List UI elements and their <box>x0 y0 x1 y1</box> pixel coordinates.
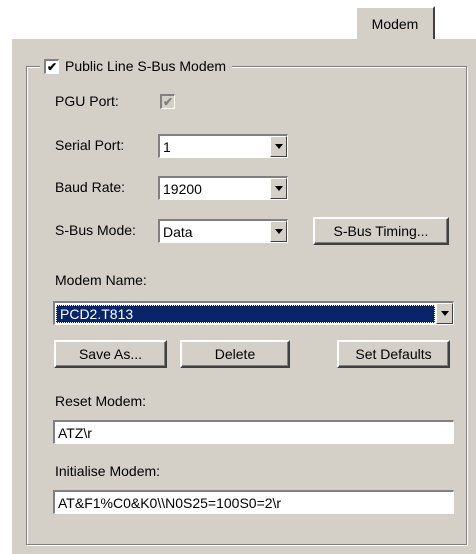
tab-modem-label: Modem <box>371 15 419 32</box>
chevron-down-icon[interactable] <box>270 178 287 199</box>
pgu-port-checkbox: ✔ <box>160 94 175 109</box>
group-legend: ✔ Public Line S-Bus Modem <box>40 56 233 76</box>
chevron-down-icon[interactable] <box>270 221 287 242</box>
baud-rate-label: Baud Rate: <box>55 179 126 195</box>
sbus-mode-label: S-Bus Mode: <box>55 222 136 238</box>
modem-name-value: PCD2.T813 <box>56 304 435 323</box>
initialise-modem-field[interactable]: AT&F1%C0&K0\\N0S25=100S0=2\r <box>53 490 454 514</box>
chevron-down-icon[interactable] <box>270 136 287 157</box>
modem-name-label: Modem Name: <box>55 272 147 288</box>
serial-port-value: 1 <box>163 138 171 155</box>
chevron-down-icon[interactable] <box>436 303 453 324</box>
reset-modem-field[interactable]: ATZ\r <box>53 420 454 444</box>
delete-button[interactable]: Delete <box>180 340 290 368</box>
sbus-mode-select[interactable]: Data <box>158 219 288 243</box>
serial-port-label: Serial Port: <box>55 137 125 153</box>
set-defaults-button[interactable]: Set Defaults <box>337 340 450 368</box>
save-as-button[interactable]: Save As... <box>54 340 167 368</box>
reset-modem-label: Reset Modem: <box>55 393 147 409</box>
initialise-modem-label: Initialise Modem: <box>55 463 161 479</box>
modem-name-select[interactable]: PCD2.T813 <box>53 301 454 325</box>
baud-rate-select[interactable]: 19200 <box>158 176 288 200</box>
sbus-mode-value: Data <box>163 223 193 240</box>
sbus-timing-button[interactable]: S-Bus Timing... <box>313 217 449 245</box>
public-line-checkbox[interactable]: ✔ <box>44 58 59 74</box>
baud-rate-value: 19200 <box>163 180 202 197</box>
tab-modem[interactable]: Modem <box>355 6 435 39</box>
pgu-port-label: PGU Port: <box>55 93 119 109</box>
group-title: Public Line S-Bus Modem <box>65 58 227 74</box>
serial-port-select[interactable]: 1 <box>158 134 288 158</box>
